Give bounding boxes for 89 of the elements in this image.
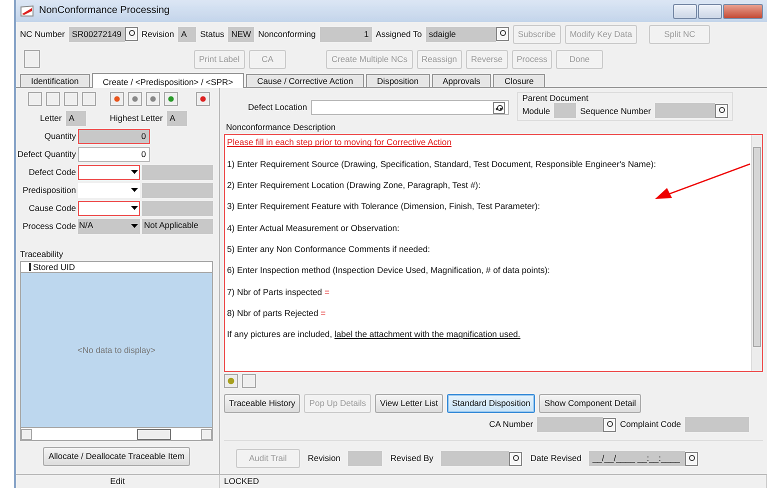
column-header: Stored UID [33, 262, 76, 272]
group-title: Parent Document [522, 93, 588, 103]
description-field [142, 164, 213, 180]
app-logo-icon [20, 5, 34, 17]
tab[interactable]: Identification [20, 74, 90, 87]
text-line: If any pictures are included, label the attachment with the magnification used. [227, 329, 522, 340]
dropdown-field[interactable] [78, 182, 140, 198]
caret-icon[interactable] [130, 206, 138, 210]
section-title: Traceability [20, 249, 64, 260]
close-button[interactable] [723, 4, 763, 18]
field-value: 1 [320, 26, 372, 42]
field-label: Date Revised [530, 453, 582, 464]
text-line: 8) Nbr of parts Rejected = [227, 308, 327, 318]
dropdown-field[interactable] [78, 164, 140, 180]
text-line: 3) Enter Requirement Feature with Tolerance (Dimension, Finish, Test Parameter): [227, 201, 542, 212]
field-value: sdaigle [426, 26, 496, 42]
date-field: __/__/____ __:__:____ [589, 451, 686, 466]
field-label: Highest Letter [110, 112, 163, 124]
action-button[interactable]: Show Component Detail [539, 394, 642, 413]
action-button[interactable]: Traceable History [224, 394, 300, 413]
dropdown-field[interactable]: N/A [78, 218, 140, 234]
tab[interactable]: Disposition [366, 74, 430, 87]
minimize-button[interactable] [673, 4, 697, 18]
input-field[interactable] [311, 100, 510, 115]
field-label: Assigned To [376, 28, 422, 40]
dropdown-field[interactable] [78, 200, 140, 216]
text-area[interactable] [224, 134, 763, 372]
text-line: 6) Enter Inspection method (Inspection Device Used, Magnification, # of data points): [227, 265, 551, 276]
field-label: Complaint Code [620, 419, 681, 430]
field-label: NC Number [20, 28, 65, 40]
field-value: NEW [228, 26, 254, 42]
input-field[interactable]: 0 [78, 146, 150, 162]
description-field [142, 182, 213, 198]
calendar-icon[interactable] [685, 452, 698, 466]
field-label: Predisposition [22, 184, 76, 196]
window-title: NonConformance Processing [39, 5, 170, 17]
caret-icon[interactable] [130, 170, 138, 174]
field-label: Quantity [44, 130, 76, 142]
tab[interactable]: Create / <Predisposition> / <SPR> [92, 72, 244, 88]
field-label: Revised By [390, 453, 434, 464]
field-label: Module [522, 106, 550, 116]
field-label: Letter [40, 112, 62, 124]
field-label: CA Number [489, 419, 534, 430]
description-field: Not Applicable [142, 218, 213, 234]
field-label: Cause Code [28, 202, 76, 214]
description-field [142, 200, 213, 216]
input-field [441, 451, 510, 466]
scroll-right-icon[interactable] [201, 428, 212, 440]
section-title: Nonconformance Description [226, 122, 337, 132]
text-line: 5) Enter any Non Conformance Comments if needed: [227, 244, 432, 254]
field-label: Revision [142, 28, 174, 40]
input-field [655, 103, 715, 118]
field-label: Process Code [22, 220, 76, 232]
text-line: 1) Enter Requirement Source (Drawing, Specification, Standard, Test Document, Responsible Engineer's Name): [227, 158, 657, 169]
text-line: 2) Enter Requirement Location (Drawing Zone, Paragraph, Test #): [227, 180, 482, 190]
action-button[interactable]: Standard Disposition [446, 394, 536, 413]
text-line: Please fill in each step prior to moving for Corrective Action [227, 137, 452, 148]
scrollbar-thumb[interactable] [753, 147, 761, 348]
field-label: Revision [308, 453, 340, 464]
tab[interactable]: Cause / Corrective Action [246, 74, 364, 87]
text-line: 4) Enter Actual Measurement or Observation: [227, 222, 400, 233]
input-field [554, 103, 576, 118]
caret-icon[interactable] [130, 188, 138, 192]
field-label: Defect Code [28, 166, 76, 178]
status-text: Edit [110, 476, 125, 487]
field-label: Status [200, 28, 224, 40]
input-field[interactable] [685, 417, 749, 432]
field-label: Defect Location [248, 102, 308, 113]
field-label: Sequence Number [580, 106, 651, 116]
scroll-left-icon[interactable] [21, 428, 32, 440]
input-field[interactable]: 0 [78, 128, 150, 144]
caret-icon[interactable] [130, 224, 138, 228]
status-text: LOCKED [224, 476, 259, 487]
tab[interactable]: Approvals [432, 74, 492, 87]
input-field [348, 451, 382, 466]
scrollbar-thumb[interactable] [137, 428, 171, 440]
tab[interactable]: Closure [493, 74, 545, 87]
field-label: Defect Quantity [17, 148, 76, 160]
allocate-button[interactable]: Allocate / Deallocate Traceable Item [43, 447, 190, 466]
field-value: SR00272149 [68, 26, 125, 42]
text-line: 7) Nbr of Parts inspected = [227, 286, 330, 297]
empty-message: <No data to display> [78, 345, 156, 356]
maximize-button[interactable] [698, 4, 722, 18]
field-value: A [178, 26, 196, 42]
input-field[interactable] [537, 417, 604, 432]
action-button[interactable]: View Letter List [375, 394, 443, 413]
field-value: A [66, 110, 86, 126]
field-label: Nonconforming [258, 28, 316, 40]
field-value: A [166, 110, 187, 126]
